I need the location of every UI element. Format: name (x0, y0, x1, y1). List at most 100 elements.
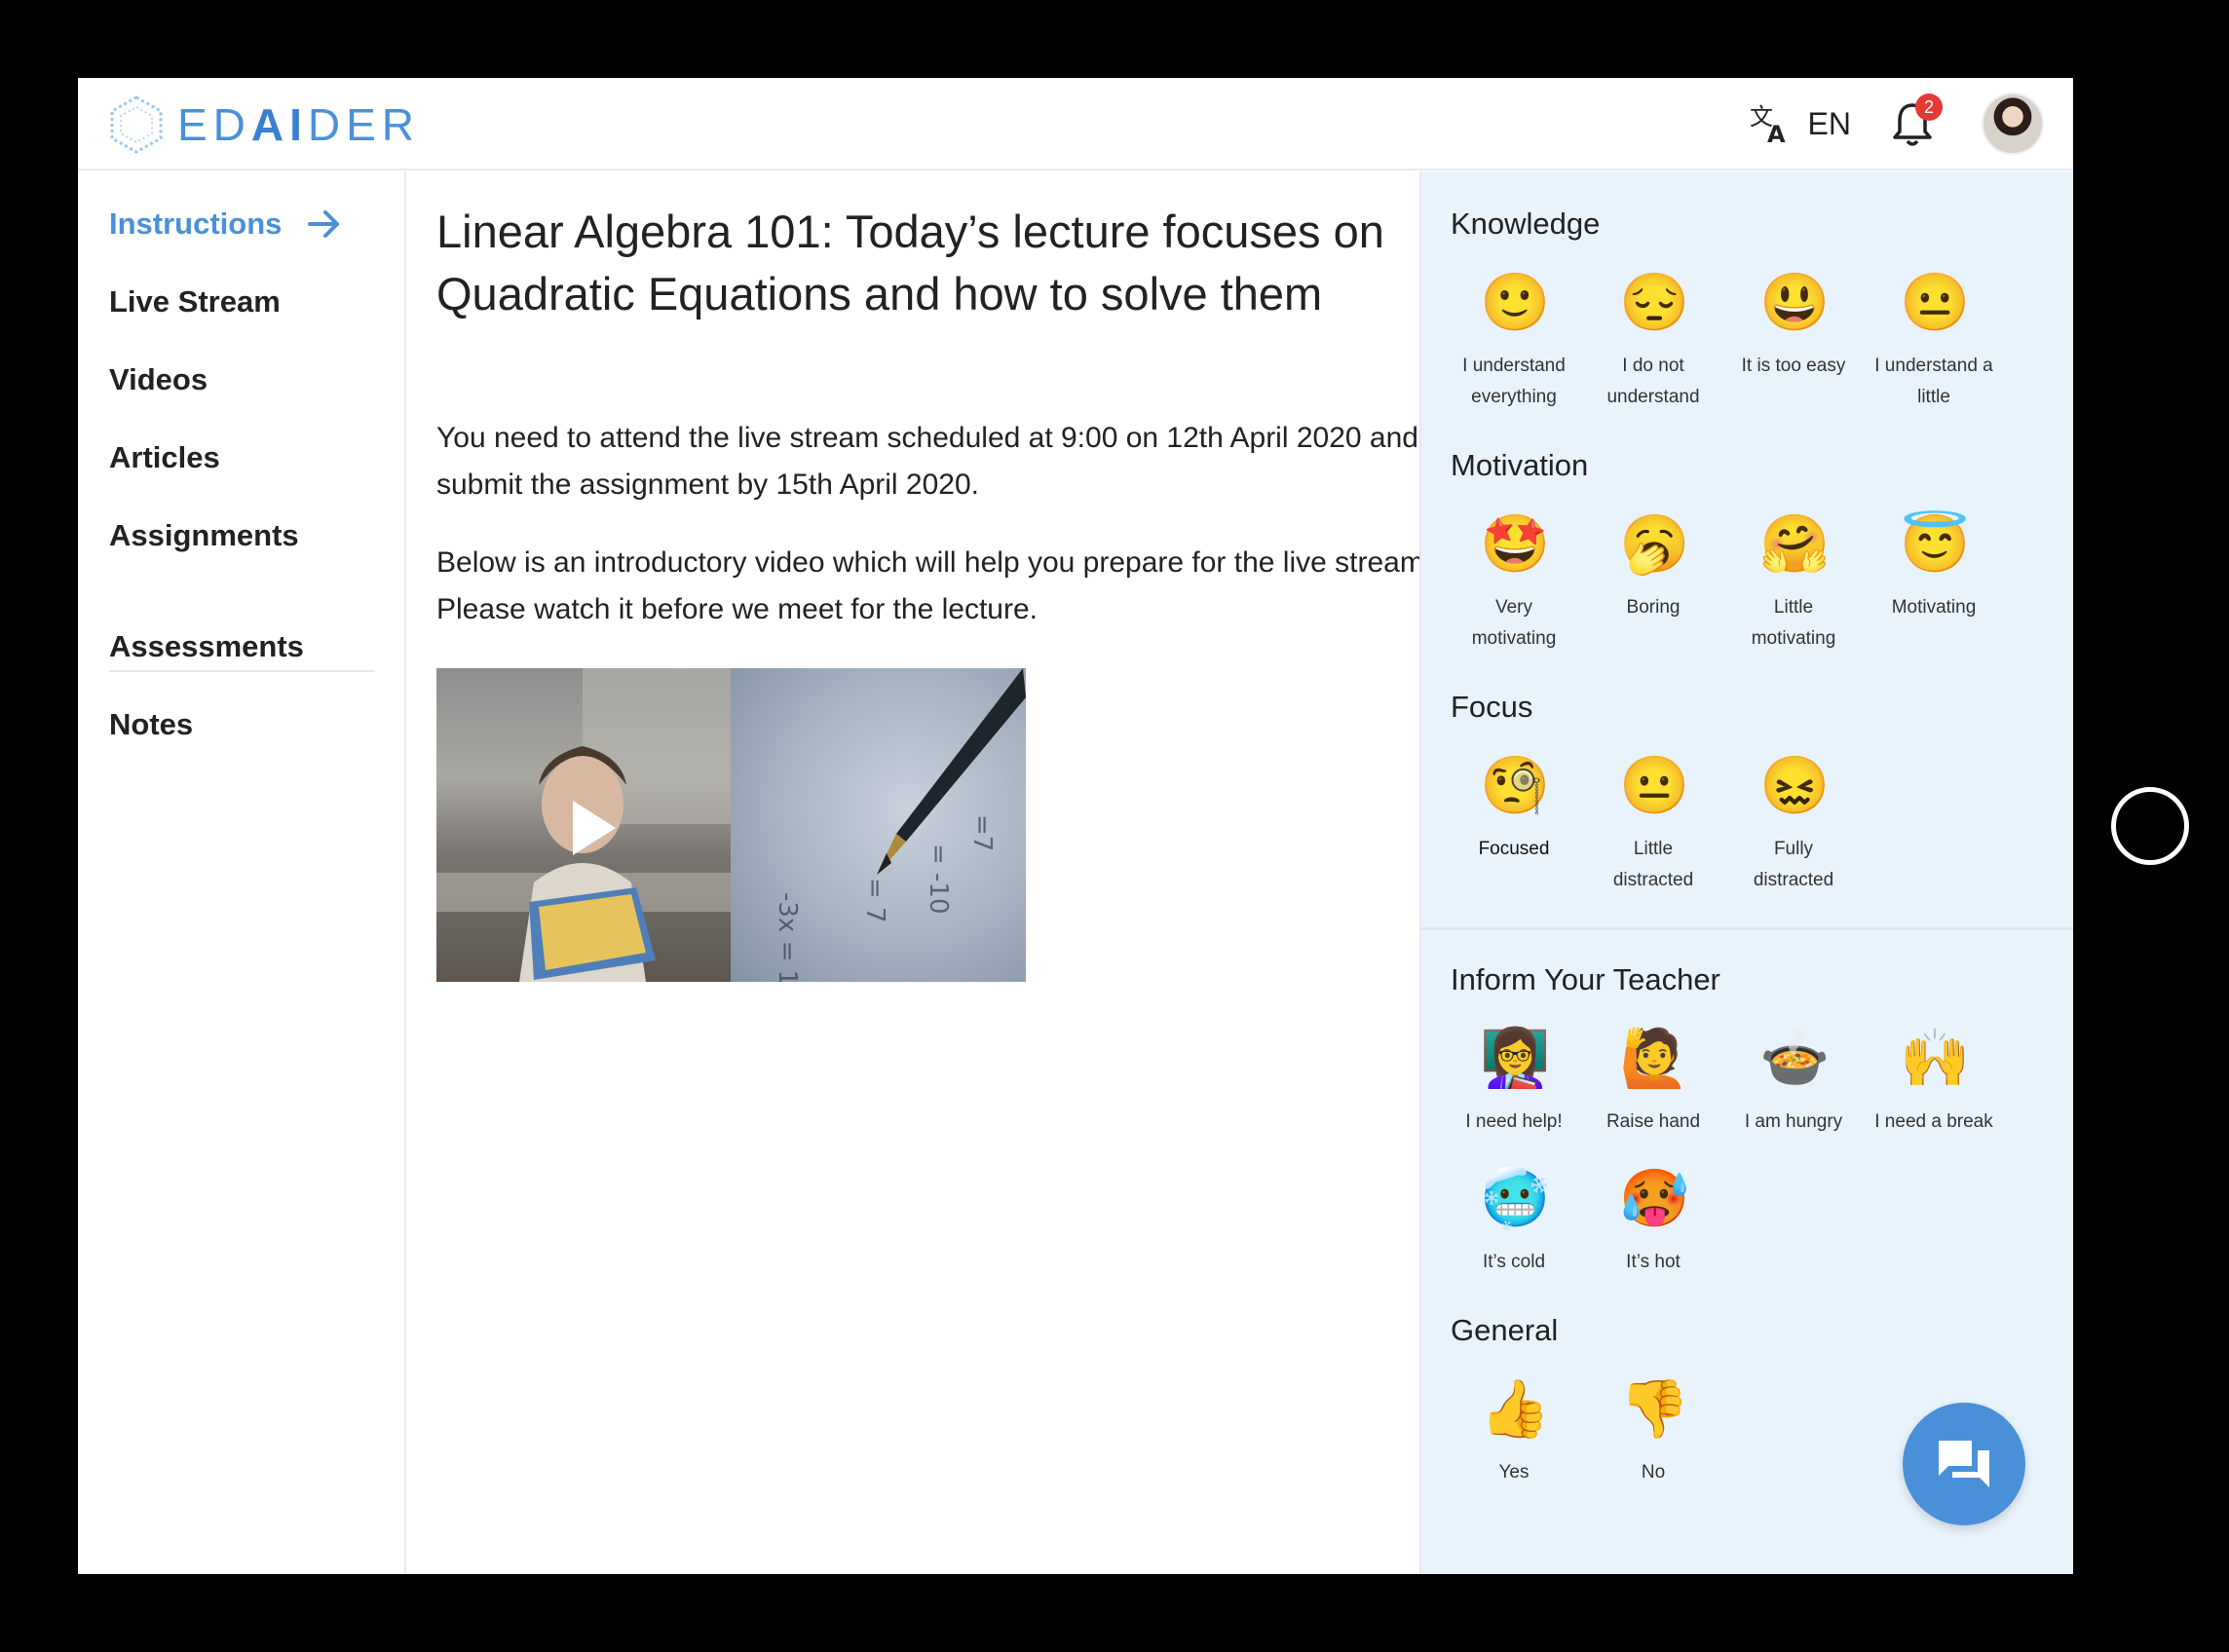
knowledge-option-do-not-understand[interactable]: 😔 I do not understand (1585, 269, 1721, 413)
option-label-line2: understand (1606, 387, 1700, 407)
sidebar-item-label: Instructions (109, 206, 283, 241)
logo-text-ai: AI (250, 99, 308, 150)
motivation-option-motivating[interactable]: 😇 Motivating (1866, 510, 2002, 623)
raised-hands-icon: 🙌 (1900, 1027, 1971, 1090)
motivation-option-little-motivating[interactable]: 🤗 Little motivating (1725, 510, 1862, 655)
logo-text-der: DER (307, 99, 421, 150)
svg-text:A: A (1767, 121, 1786, 146)
knowledge-option-too-easy[interactable]: 😃 It is too easy (1725, 269, 1862, 382)
inform-option-hot[interactable]: 🥵 It’s hot (1585, 1165, 1721, 1278)
yawning-face-icon: 🥱 (1619, 512, 1690, 576)
chat-fab-button[interactable] (1903, 1403, 2025, 1525)
option-label-line2: motivating (1751, 628, 1836, 649)
inform-option-raise-hand[interactable]: 🙋 Raise hand (1585, 1025, 1721, 1138)
logo-text-ed: ED (177, 99, 251, 150)
neutral-face-icon: 😐 (1619, 754, 1690, 817)
star-struck-icon: 🤩 (1480, 512, 1551, 576)
svg-text:-3x = 13: -3x = 13 (773, 892, 802, 982)
option-label: Very motivating (1446, 592, 1582, 655)
hexagon-logo-icon (110, 95, 163, 154)
inform-option-hungry[interactable]: 🍲 I am hungry (1725, 1025, 1862, 1138)
motivation-option-very-motivating[interactable]: 🤩 Very motivating (1446, 510, 1582, 655)
sidebar-item-videos[interactable]: Videos (109, 362, 208, 397)
logo[interactable]: EDAIDER (107, 94, 420, 156)
teacher-icon: 👩‍🏫 (1480, 1027, 1551, 1090)
sidebar-item-articles[interactable]: Articles (109, 440, 220, 475)
panel-divider (1421, 927, 2073, 930)
option-label: I understand a little (1866, 351, 2002, 413)
option-label: Focused (1478, 839, 1550, 859)
option-label-line1: Little (1633, 839, 1674, 859)
main-content: Linear Algebra 101: Today’s lecture focu… (407, 171, 1497, 1574)
knowledge-option-understand-everything[interactable]: 🙂 I understand everything (1446, 269, 1582, 413)
option-label: Fully distracted (1725, 834, 1862, 896)
confounded-face-icon: 😖 (1759, 754, 1831, 817)
halo-face-icon: 😇 (1900, 512, 1971, 576)
tablet-frame: EDAIDER 文 A EN 2 Instructions Live Strea… (0, 0, 2229, 1652)
option-label: It is too easy (1741, 356, 1846, 376)
option-label: Little distracted (1585, 834, 1721, 896)
inform-option-cold[interactable]: 🥶 It’s cold (1446, 1165, 1582, 1278)
option-label-line2: everything (1471, 387, 1557, 407)
option-label: I am hungry (1744, 1111, 1843, 1132)
focus-option-fully-distracted[interactable]: 😖 Fully distracted (1725, 752, 1862, 896)
page-title: Linear Algebra 101: Today’s lecture focu… (436, 206, 1384, 319)
focus-option-focused[interactable]: 🧐 Focused (1446, 752, 1582, 865)
sidebar: Instructions Live Stream Videos Articles… (78, 171, 406, 1574)
inform-option-need-break[interactable]: 🙌 I need a break (1866, 1025, 2002, 1138)
sidebar-item-instructions[interactable]: Instructions (109, 206, 342, 242)
sidebar-item-notes[interactable]: Notes (109, 707, 193, 742)
option-label-line2: little (1917, 387, 1950, 407)
hot-face-icon: 🥵 (1619, 1167, 1690, 1230)
option-label-line1: Little (1773, 597, 1814, 618)
pensive-face-icon: 😔 (1619, 271, 1690, 334)
cold-face-icon: 🥶 (1480, 1167, 1551, 1230)
focus-heading: Focus (1451, 690, 1533, 724)
monocle-face-icon: 🧐 (1480, 754, 1551, 817)
sidebar-item-assignments[interactable]: Assignments (109, 518, 299, 553)
notification-badge: 2 (1915, 94, 1943, 121)
svg-text:= -10: = -10 (924, 844, 953, 915)
article-thumbnail[interactable]: -3x = 13 = 7 = -10 =7 (731, 668, 1026, 982)
option-label: I need help! (1465, 1111, 1563, 1132)
thumbs-up-icon: 👍 (1480, 1377, 1551, 1441)
grinning-face-icon: 😃 (1759, 271, 1831, 334)
option-label: No (1641, 1462, 1666, 1483)
focus-option-little-distracted[interactable]: 😐 Little distracted (1585, 752, 1721, 896)
top-bar: EDAIDER 文 A EN 2 (78, 78, 2073, 170)
video-paragraph: Below is an introductory video which wil… (436, 546, 1433, 625)
option-label: I do not understand (1585, 351, 1721, 413)
notifications-bell-icon[interactable]: 2 (1890, 94, 1943, 148)
food-bowl-icon: 🍲 (1759, 1027, 1831, 1090)
option-label: I need a break (1874, 1111, 1993, 1132)
header-actions: 文 A EN 2 (1746, 92, 2044, 156)
option-label: Yes (1498, 1462, 1530, 1483)
chat-icon (1939, 1441, 1989, 1487)
play-icon[interactable] (573, 801, 616, 855)
option-label: It’s cold (1482, 1252, 1546, 1272)
logo-text: EDAIDER (177, 98, 420, 151)
home-button[interactable] (2111, 787, 2189, 865)
inform-teacher-heading: Inform Your Teacher (1451, 962, 1720, 996)
video-thumbnail[interactable] (436, 668, 732, 982)
svg-text:=7: =7 (967, 814, 997, 851)
option-label-line1: I understand (1462, 356, 1566, 376)
translate-icon[interactable]: 文 A (1746, 99, 1795, 148)
sidebar-item-live-stream[interactable]: Live Stream (109, 284, 281, 319)
option-label: Boring (1626, 597, 1681, 618)
general-heading: General (1451, 1313, 1559, 1347)
knowledge-heading: Knowledge (1451, 206, 1601, 241)
knowledge-option-understand-little[interactable]: 😐 I understand a little (1866, 269, 2002, 413)
feedback-panel: Knowledge 🙂 I understand everything 😔 I d… (1419, 171, 2073, 1574)
user-avatar[interactable] (1982, 93, 2044, 155)
motivation-option-boring[interactable]: 🥱 Boring (1585, 510, 1721, 623)
intro-paragraph: You need to attend the live stream sched… (436, 422, 1418, 501)
language-selector[interactable]: EN (1808, 106, 1851, 142)
sidebar-item-assessments[interactable]: Assessments (109, 629, 304, 664)
general-option-yes[interactable]: 👍 Yes (1446, 1375, 1582, 1488)
general-option-no[interactable]: 👎 No (1585, 1375, 1721, 1488)
option-label: Raise hand (1606, 1111, 1701, 1132)
sidebar-divider (109, 670, 375, 672)
option-label-line2: motivating (1471, 628, 1557, 649)
inform-option-need-help[interactable]: 👩‍🏫 I need help! (1446, 1025, 1582, 1138)
